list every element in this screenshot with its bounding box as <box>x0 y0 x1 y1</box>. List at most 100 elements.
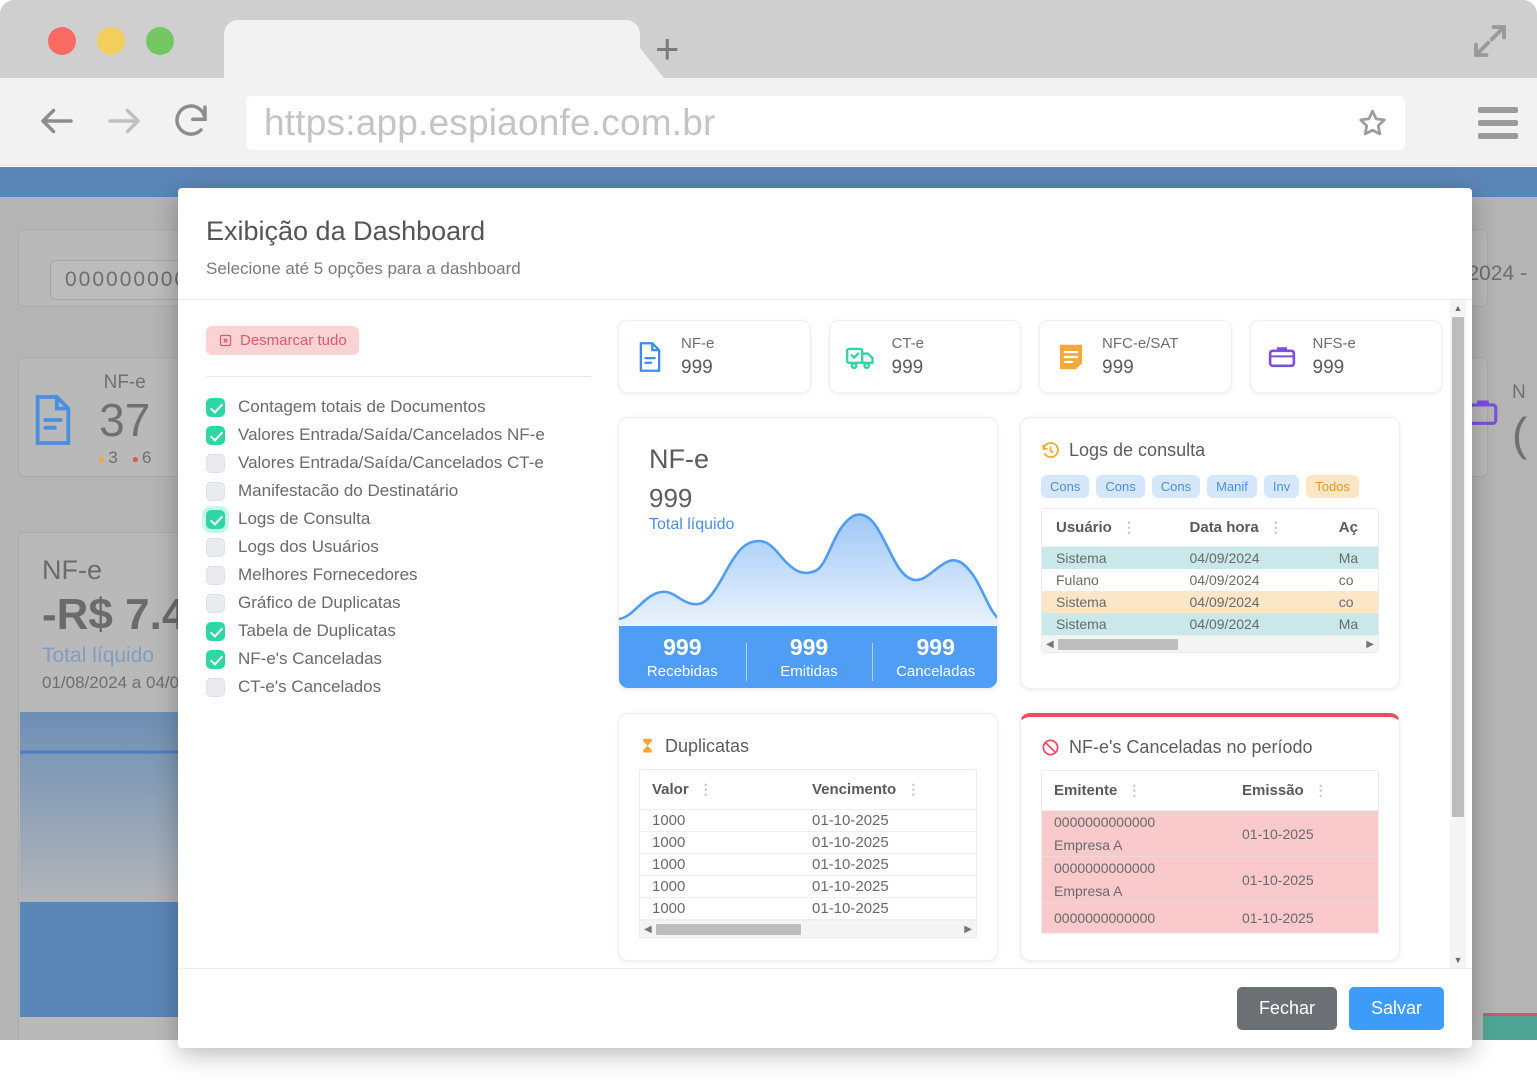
canceladas-table: Emitente ⋮ Emissão ⋮ 0000000000000 Empre… <box>1041 770 1379 934</box>
stat-card-nfse[interactable]: NFS-e 999 <box>1249 320 1442 393</box>
scroll-right-arrow-icon[interactable]: ▶ <box>964 924 972 935</box>
pill-cons-2[interactable]: Cons <box>1096 475 1145 498</box>
pill-cons-1[interactable]: Cons <box>1041 475 1090 498</box>
stat-label: NFS-e <box>1312 334 1356 352</box>
option-row-5[interactable]: Logs dos Usuários <box>206 537 580 557</box>
checkbox-logs-usuarios[interactable] <box>206 537 225 557</box>
table-row[interactable]: Sistema 04/09/2024 co <box>1042 591 1378 613</box>
canceladas-label: NF-e's Canceladas no período <box>1069 737 1313 757</box>
table-row[interactable]: 1000 01-10-2025 <box>640 854 976 876</box>
option-row-4[interactable]: Logs de Consulta <box>206 509 580 529</box>
table-row[interactable]: Sistema 04/09/2024 Ma <box>1042 613 1378 635</box>
close-button[interactable]: Fechar <box>1236 987 1337 1030</box>
stat-card-nfe[interactable]: NF-e 999 <box>618 320 811 393</box>
table-row[interactable]: 1000 01-10-2025 <box>640 832 976 854</box>
unmark-all-button[interactable]: Desmarcar tudo <box>206 326 359 355</box>
option-row-1[interactable]: Valores Entrada/Saída/Cancelados NF-e <box>206 425 580 445</box>
minimize-window-button[interactable] <box>97 27 125 55</box>
pill-cons-3[interactable]: Cons <box>1151 475 1201 498</box>
table-row[interactable]: 1000 01-10-2025 <box>640 876 976 898</box>
table-row[interactable]: Sistema 04/09/2024 Ma <box>1042 547 1378 569</box>
log-usuario: Sistema <box>1056 550 1107 566</box>
checkbox-contagem-totais[interactable] <box>206 397 225 417</box>
scroll-thumb[interactable] <box>1057 638 1178 650</box>
pill-inv[interactable]: Inv <box>1263 475 1300 498</box>
reload-icon[interactable] <box>170 100 212 142</box>
checkbox-grafico-duplicatas[interactable] <box>206 593 225 613</box>
stat-card-cte[interactable]: CT-e 999 <box>828 320 1021 393</box>
stat-label: NFC-e/SAT <box>1102 334 1179 352</box>
stat-card-nfce-sat[interactable]: NFC-e/SAT 999 <box>1039 320 1232 393</box>
option-label: Melhores Fornecedores <box>238 565 418 584</box>
checkbox-melhores-fornecedores[interactable] <box>206 565 225 585</box>
kebab-icon[interactable]: ⋮ <box>699 782 713 796</box>
options-pane: Desmarcar tudo Contagem totais de Docume… <box>178 300 608 968</box>
scroll-left-arrow-icon[interactable]: ◀ <box>644 924 652 935</box>
stat-value: 999 <box>681 356 713 378</box>
expand-arrows-icon[interactable] <box>1467 20 1513 62</box>
scroll-down-arrow-icon[interactable]: ▼ <box>1454 952 1463 968</box>
hamburger-menu-icon[interactable] <box>1478 107 1518 139</box>
table-row[interactable]: Fulano 04/09/2024 co <box>1042 569 1378 591</box>
checkbox-logs-consulta[interactable] <box>206 509 225 529</box>
browser-tab[interactable] <box>224 20 640 78</box>
logs-grid-header: Usuário ⋮ Data hora ⋮ Aç <box>1042 509 1378 547</box>
modal-header: Exibição da Dashboard Selecione até 5 op… <box>178 188 1472 300</box>
star-icon[interactable] <box>1356 107 1389 140</box>
dup-vencimento: 01-10-2025 <box>812 878 889 895</box>
option-row-2[interactable]: Valores Entrada/Saída/Cancelados CT-e <box>206 453 580 473</box>
forward-arrow-icon[interactable] <box>103 100 145 142</box>
new-tab-button[interactable]: + <box>655 28 680 70</box>
checkbox-manifestacao[interactable] <box>206 481 225 501</box>
table-row[interactable]: 0000000000000 Empresa A 01-10-2025 <box>1042 857 1378 903</box>
table-row[interactable]: 1000 01-10-2025 <box>640 810 976 832</box>
duplicatas-horizontal-scrollbar[interactable]: ◀ ▶ <box>640 920 976 937</box>
kebab-icon[interactable]: ⋮ <box>1269 520 1283 534</box>
close-window-button[interactable] <box>48 27 76 55</box>
pill-manif[interactable]: Manif <box>1207 475 1257 498</box>
checkbox-cte-cancelados[interactable] <box>206 677 225 697</box>
scroll-thumb[interactable] <box>655 923 801 935</box>
back-arrow-icon[interactable] <box>36 100 78 142</box>
cx-emissao: 01-10-2025 <box>1242 825 1314 842</box>
duplicatas-table: Valor ⋮ Vencimento ⋮ 1000 01-10-2025 100… <box>639 769 977 938</box>
scroll-thumb[interactable] <box>1452 317 1464 817</box>
nfe-stat-label: Emitidas <box>780 663 838 680</box>
maximize-window-button[interactable] <box>146 27 174 55</box>
option-row-7[interactable]: Gráfico de Duplicatas <box>206 593 580 613</box>
checkbox-valores-cte[interactable] <box>206 453 225 473</box>
logs-horizontal-scrollbar[interactable]: ◀ ▶ <box>1042 635 1378 652</box>
table-row[interactable]: 0000000000000 01-10-2025 <box>1042 903 1378 933</box>
option-row-6[interactable]: Melhores Fornecedores <box>206 565 580 585</box>
table-row[interactable]: 1000 01-10-2025 <box>640 898 976 920</box>
cx-cnpj: 0000000000000 <box>1054 860 1156 876</box>
pill-todos[interactable]: Todos <box>1306 475 1359 498</box>
option-row-9[interactable]: NF-e's Canceladas <box>206 649 580 669</box>
background-green-block <box>1483 1013 1537 1040</box>
scroll-left-arrow-icon[interactable]: ◀ <box>1046 639 1054 650</box>
kebab-icon[interactable]: ⋮ <box>906 782 920 796</box>
checkbox-tabela-duplicatas[interactable] <box>206 621 225 641</box>
logs-col-acao: Aç <box>1338 519 1358 536</box>
logs-card-label: Logs de consulta <box>1069 440 1206 460</box>
option-row-3[interactable]: Manifestacão do Destinatário <box>206 481 580 501</box>
kebab-icon[interactable]: ⋮ <box>1127 783 1141 797</box>
logs-card-title: Logs de consulta <box>1041 440 1379 461</box>
option-row-0[interactable]: Contagem totais de Documentos <box>206 397 580 417</box>
log-acao: co <box>1338 572 1354 588</box>
option-row-10[interactable]: CT-e's Cancelados <box>206 677 580 697</box>
scroll-up-arrow-icon[interactable]: ▲ <box>1454 300 1463 316</box>
preview-vertical-scrollbar[interactable]: ▲ ▼ <box>1450 300 1466 968</box>
checkbox-valores-nfe[interactable] <box>206 425 225 445</box>
kebab-icon[interactable]: ⋮ <box>1314 783 1328 797</box>
save-button[interactable]: Salvar <box>1348 987 1444 1030</box>
table-row[interactable]: 0000000000000 Empresa A 01-10-2025 <box>1042 811 1378 857</box>
cx-col-emitente: Emitente <box>1054 782 1118 799</box>
dup-valor: 1000 <box>652 812 686 829</box>
option-row-8[interactable]: Tabela de Duplicatas <box>206 621 580 641</box>
kebab-icon[interactable]: ⋮ <box>1122 520 1136 534</box>
scroll-right-arrow-icon[interactable]: ▶ <box>1366 639 1374 650</box>
option-label: Manifestacão do Destinatário <box>238 481 459 500</box>
checkbox-nfe-canceladas[interactable] <box>206 649 225 669</box>
address-bar[interactable]: https:app.espiaonfe.com.br <box>246 96 1405 150</box>
